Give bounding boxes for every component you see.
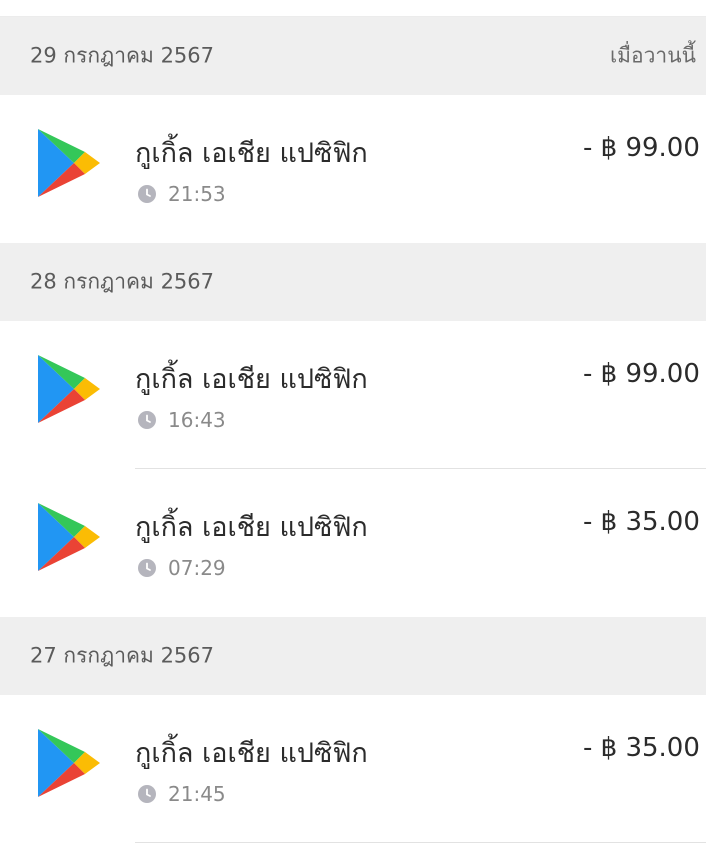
merchant-name: กูเกิ้ล เอเชีย แปซิฟิก	[135, 512, 368, 543]
transaction-time: 07:29	[168, 556, 226, 580]
clock-icon	[138, 785, 156, 803]
time-row: 16:43	[138, 408, 226, 432]
clock-icon	[138, 559, 156, 577]
date-label: 29 กรกฎาคม 2567	[30, 43, 215, 68]
google-play-icon	[38, 129, 100, 197]
transaction-time: 16:43	[168, 408, 226, 432]
transaction-amount: - ฿ 35.00	[583, 507, 700, 537]
transaction-time: 21:53	[168, 182, 226, 206]
transaction-row[interactable]: กูเกิ้ล เอเชีย แปซิฟิก 21:45 - ฿ 35.00	[0, 695, 706, 843]
transaction-row[interactable]: กูเกิ้ล เอเชีย แปซิฟิก 07:29 - ฿ 35.00	[0, 469, 706, 617]
google-play-icon	[38, 355, 100, 423]
top-strip	[0, 0, 706, 17]
transaction-row[interactable]: กูเกิ้ล เอเชีย แปซิฟิก 16:43 - ฿ 99.00	[0, 321, 706, 469]
merchant-name: กูเกิ้ล เอเชีย แปซิฟิก	[135, 138, 368, 169]
clock-icon	[138, 411, 156, 429]
date-header: 28 กรกฎาคม 2567	[0, 243, 706, 321]
merchant-name: กูเกิ้ล เอเชีย แปซิฟิก	[135, 364, 368, 395]
merchant-name: กูเกิ้ล เอเชีย แปซิฟิก	[135, 738, 368, 769]
date-label: 28 กรกฎาคม 2567	[30, 269, 215, 294]
google-play-icon	[38, 729, 100, 797]
clock-icon	[138, 185, 156, 203]
date-header: 29 กรกฎาคม 2567 เมื่อวานนี้	[0, 17, 706, 95]
transaction-history-screen: 29 กรกฎาคม 2567 เมื่อวานนี้ กูเกิ้ล เอเช…	[0, 0, 706, 849]
time-row: 21:45	[138, 782, 226, 806]
google-play-icon	[38, 503, 100, 571]
relative-date-label: เมื่อวานนี้	[610, 43, 696, 68]
transaction-time: 21:45	[168, 782, 226, 806]
transaction-amount: - ฿ 35.00	[583, 733, 700, 763]
transaction-amount: - ฿ 99.00	[583, 359, 700, 389]
date-header: 27 กรกฎาคม 2567	[0, 617, 706, 695]
time-row: 21:53	[138, 182, 226, 206]
transaction-row[interactable]: กูเกิ้ล เอเชีย แปซิฟิก 21:53 - ฿ 99.00	[0, 95, 706, 243]
date-label: 27 กรกฎาคม 2567	[30, 643, 215, 668]
time-row: 07:29	[138, 556, 226, 580]
transaction-amount: - ฿ 99.00	[583, 133, 700, 163]
